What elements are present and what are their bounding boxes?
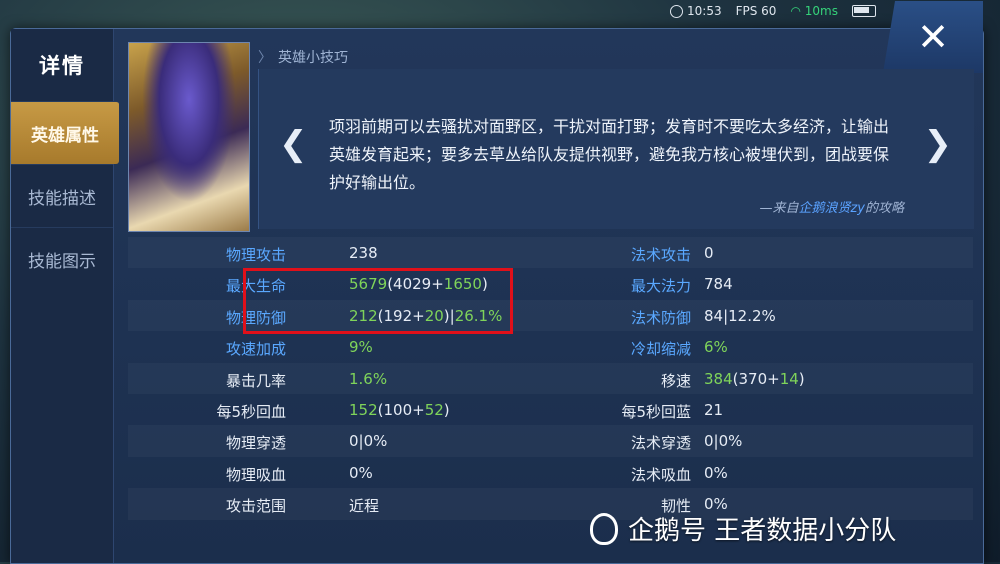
stat-value: 84|12.2%: [704, 307, 776, 325]
stat-value-part: 384: [704, 369, 733, 388]
stat-row: 物理吸血 0% 法术吸血 0%: [128, 457, 973, 488]
stat-label: 暴击几率: [225, 371, 286, 390]
close-icon: ✕: [917, 15, 949, 59]
stat-value: 384(370+14): [704, 370, 805, 388]
stat-label: 法术吸血: [630, 465, 691, 484]
stat-value: 近程: [349, 495, 379, 516]
stat-label: 攻击范围: [225, 497, 286, 516]
stat-value-part: 0|0%: [349, 432, 388, 451]
stat-value: 0|0%: [349, 432, 387, 450]
stat-value: 21: [704, 401, 723, 419]
stat-value: 6%: [704, 338, 728, 356]
stat-value-part: 238: [349, 244, 378, 262]
clock-icon: [670, 5, 683, 18]
stat-value-part: 0%: [704, 463, 728, 482]
tab-hero-attributes[interactable]: 英雄属性: [11, 101, 119, 164]
ping: ◠ 10ms: [790, 4, 838, 18]
stat-label: 最大法力: [630, 277, 691, 296]
stat-row: 暴击几率 1.6% 移速 384(370+14): [128, 363, 973, 394]
stat-value-part: 784: [704, 275, 733, 294]
stat-value-part: 0: [704, 244, 714, 262]
stat-value-part: (100+: [377, 400, 425, 419]
stat-value: 0|0%: [704, 432, 742, 450]
stat-row: 每5秒回血 152(100+52) 每5秒回蓝 21: [128, 394, 973, 425]
tab-skill-description[interactable]: 技能描述: [11, 164, 113, 227]
tab-skill-diagram[interactable]: 技能图示: [11, 227, 113, 290]
sidebar: 详情 英雄属性 技能描述 技能图示: [11, 29, 119, 563]
time: 10:53: [670, 4, 722, 18]
stat-value: 0%: [704, 464, 728, 482]
watermark: 企鹅号 王者数据小分队: [590, 510, 896, 547]
stat-value: 152(100+52): [349, 401, 450, 419]
stat-value-part: 21: [704, 400, 724, 419]
tips-header: 〉英雄小技巧: [258, 50, 348, 66]
stat-label: 法术穿透: [630, 434, 691, 453]
stat-value-part: 近程: [349, 497, 380, 516]
fps: FPS 60: [735, 4, 777, 18]
close-button[interactable]: ✕: [883, 1, 983, 73]
hero-portrait: [128, 42, 250, 232]
wifi-icon: ◠: [790, 4, 801, 18]
stat-label: 物理吸血: [225, 465, 286, 484]
stat-value: 1.6%: [349, 370, 387, 388]
chevron-right-icon: 〉: [258, 50, 272, 66]
stat-row: 攻速加成 9% 冷却缩减 6%: [128, 331, 973, 362]
stat-value-part: (370+: [732, 369, 780, 388]
stat-value-part: 6%: [704, 338, 728, 357]
stat-value: 0: [704, 244, 714, 262]
stat-label: 每5秒回蓝: [621, 402, 691, 421]
tips-author-link[interactable]: 企鹅浪贤zy: [798, 201, 865, 216]
stat-label: 攻速加成: [225, 340, 286, 359]
stat-value: 0%: [349, 464, 373, 482]
stat-value-part: 9%: [349, 338, 373, 357]
penguin-icon: [590, 512, 618, 545]
stat-value: 238: [349, 244, 378, 262]
stat-label: 移速: [660, 371, 691, 390]
stat-label: 每5秒回血: [216, 402, 286, 421]
tips-source: —来自企鹅浪贤zy的攻略: [759, 201, 904, 216]
stat-value-part: 0|0%: [704, 432, 743, 451]
tips-box: ❮ 项羽前期可以去骚扰对面野区，干扰对面打野；发育时不要吃太多经济，让输出英雄发…: [258, 69, 974, 229]
battery-icon: [851, 5, 876, 17]
stat-value-part: 84|12.2%: [704, 306, 776, 325]
stat-row: 物理穿透 0|0% 法术穿透 0|0%: [128, 425, 973, 456]
status-bar: 10:53 FPS 60 ◠ 10ms: [670, 0, 876, 22]
stat-value-part: 14: [779, 369, 799, 388]
stat-value-part: 52: [424, 400, 444, 419]
stat-value-part: ): [798, 369, 805, 388]
next-tip-button[interactable]: ❯: [924, 124, 953, 164]
highlight-box: [243, 268, 513, 334]
stat-value-part: ): [443, 400, 450, 419]
stat-label: 法术攻击: [630, 246, 691, 264]
stat-label: 法术防御: [630, 308, 691, 327]
sidebar-title: 详情: [39, 54, 85, 78]
stat-value-part: 0%: [349, 463, 373, 482]
stat-label: 冷却缩减: [630, 340, 691, 359]
tips-text: 项羽前期可以去骚扰对面野区，干扰对面打野；发育时不要吃太多经济，让输出英雄发育起…: [329, 117, 890, 192]
stat-value-part: 152: [349, 400, 378, 419]
stat-label: 物理穿透: [225, 434, 286, 453]
stat-value: 9%: [349, 338, 373, 356]
stat-row: 物理攻击 238 法术攻击 0: [128, 237, 973, 268]
previous-tip-button[interactable]: ❮: [279, 124, 308, 164]
stat-value-part: 1.6%: [349, 369, 388, 388]
stat-label: 物理攻击: [225, 246, 286, 264]
stat-value: 784: [704, 275, 733, 293]
